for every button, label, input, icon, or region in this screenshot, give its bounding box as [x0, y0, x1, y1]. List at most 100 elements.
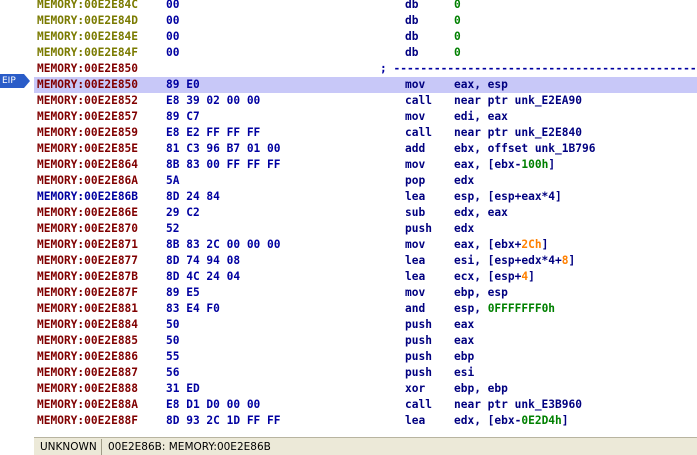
row-address[interactable]: MEMORY:00E2E88A [37, 397, 138, 413]
listing-row[interactable]: •MEMORY:00E2E87052pushedx [34, 221, 697, 237]
row-operand: edx [454, 174, 475, 187]
row-instruction[interactable]: mov eax, [ebx-100h] [405, 157, 555, 173]
row-mnemonic: push [405, 350, 432, 363]
row-instruction[interactable]: db 0 [405, 29, 461, 45]
listing-row[interactable]: •MEMORY:00E2E85E81 C3 96 B7 01 00addebx,… [34, 141, 697, 157]
row-address[interactable]: MEMORY:00E2E85E [37, 141, 138, 157]
row-address[interactable]: MEMORY:00E2E84D [37, 13, 138, 29]
listing-row[interactable]: •MEMORY:00E2E87B8D 4C 24 04leaecx, [esp+… [34, 269, 697, 285]
row-mnemonic: db [405, 46, 419, 59]
listing-row[interactable]: •MEMORY:00E2E88450pusheax [34, 317, 697, 333]
listing-row[interactable]: •MEMORY:00E2E8648B 83 00 FF FF FFmoveax,… [34, 157, 697, 173]
row-instruction[interactable]: mov ebp, esp [405, 285, 508, 301]
row-instruction[interactable]: call near ptr unk_E2E840 [405, 125, 582, 141]
row-bytes: E8 39 02 00 00 [166, 94, 261, 107]
row-address[interactable]: MEMORY:00E2E86E [37, 205, 138, 221]
row-instruction[interactable]: lea edx, [ebx-0E2D4h] [405, 413, 569, 429]
row-address[interactable]: MEMORY:00E2E870 [37, 221, 138, 237]
row-instruction[interactable]: lea ecx, [esp+4] [405, 269, 535, 285]
row-instruction[interactable]: pop edx [405, 173, 474, 189]
row-instruction[interactable]: push esi [405, 365, 474, 381]
row-address[interactable]: MEMORY:00E2E87B [37, 269, 138, 285]
row-mnemonic: push [405, 366, 432, 379]
listing-row[interactable]: •MEMORY:00E2E85789 C7movedi, eax [34, 109, 697, 125]
row-instruction[interactable]: push edx [405, 221, 474, 237]
listing-row[interactable]: •MEMORY:00E2E850; ----------------------… [34, 61, 697, 77]
listing-row[interactable]: •MEMORY:00E2E852E8 39 02 00 00callnear p… [34, 93, 697, 109]
row-address[interactable]: MEMORY:00E2E859 [37, 125, 138, 141]
listing-row[interactable]: •MEMORY:00E2E86E29 C2subedx, eax [34, 205, 697, 221]
row-instruction[interactable]: lea esi, [esp+edx*4+8] [405, 253, 575, 269]
row-bytes: 89 C7 [166, 110, 200, 123]
eip-marker: EIP [0, 74, 24, 88]
listing-row[interactable]: •MEMORY:00E2E88183 E4 F0andesp, 0FFFFFFF… [34, 301, 697, 317]
row-operand: eax [454, 334, 475, 347]
row-instruction[interactable]: push eax [405, 333, 474, 349]
row-address[interactable]: MEMORY:00E2E886 [37, 349, 138, 365]
row-instruction[interactable]: push ebp [405, 349, 474, 365]
listing-row[interactable]: •MEMORY:00E2E84C00db0 [34, 0, 697, 13]
listing-row[interactable]: •MEMORY:00E2E88550pusheax [34, 333, 697, 349]
row-instruction[interactable]: db 0 [405, 0, 461, 13]
listing-row[interactable]: •MEMORY:00E2E84E00db0 [34, 29, 697, 45]
row-instruction[interactable]: db 0 [405, 45, 461, 61]
row-address[interactable]: MEMORY:00E2E84E [37, 29, 138, 45]
row-address[interactable]: MEMORY:00E2E888 [37, 381, 138, 397]
listing-row[interactable]: •MEMORY:00E2E88F8D 93 2C 1D FF FFleaedx,… [34, 413, 697, 429]
row-instruction[interactable]: push eax [405, 317, 474, 333]
row-address[interactable]: MEMORY:00E2E877 [37, 253, 138, 269]
row-mnemonic: mov [405, 78, 426, 91]
row-mnemonic: sub [405, 206, 426, 219]
row-instruction[interactable]: sub edx, eax [405, 205, 508, 221]
listing-row[interactable]: •MEMORY:00E2E88655pushebp [34, 349, 697, 365]
row-address[interactable]: MEMORY:00E2E852 [37, 93, 138, 109]
row-mnemonic: lea [405, 190, 426, 203]
row-mnemonic: lea [405, 414, 426, 427]
row-address[interactable]: MEMORY:00E2E885 [37, 333, 138, 349]
listing-row-current[interactable]: •MEMORY:00E2E85089 E0moveax, esp [34, 77, 697, 93]
row-instruction[interactable]: lea esp, [esp+eax*4] [405, 189, 562, 205]
row-mnemonic: db [405, 30, 419, 43]
row-address[interactable]: MEMORY:00E2E881 [37, 301, 138, 317]
listing-row[interactable]: •MEMORY:00E2E84F00db0 [34, 45, 697, 61]
row-address[interactable]: MEMORY:00E2E871 [37, 237, 138, 253]
row-instruction[interactable]: and esp, 0FFFFFFF0h [405, 301, 555, 317]
listing-row[interactable]: •MEMORY:00E2E88756pushesi [34, 365, 697, 381]
listing-row[interactable]: •MEMORY:00E2E86B8D 24 84leaesp, [esp+eax… [34, 189, 697, 205]
row-bytes: 8B 83 00 FF FF FF [166, 158, 281, 171]
row-address[interactable]: MEMORY:00E2E884 [37, 317, 138, 333]
row-address[interactable]: MEMORY:00E2E887 [37, 365, 138, 381]
row-address[interactable]: MEMORY:00E2E84C [37, 0, 138, 13]
row-address[interactable]: MEMORY:00E2E850 [37, 77, 138, 93]
row-instruction[interactable]: mov eax, esp [405, 77, 508, 93]
row-address[interactable]: MEMORY:00E2E84F [37, 45, 138, 61]
listing-row[interactable]: •MEMORY:00E2E84D00db0 [34, 13, 697, 29]
row-address[interactable]: MEMORY:00E2E850 [37, 61, 138, 77]
row-address[interactable]: MEMORY:00E2E88F [37, 413, 138, 429]
row-instruction[interactable]: call near ptr unk_E3B960 [405, 397, 582, 413]
listing-row[interactable]: •MEMORY:00E2E88831 EDxorebp, ebp [34, 381, 697, 397]
row-instruction[interactable]: call near ptr unk_E2EA90 [405, 93, 582, 109]
listing-row[interactable]: •MEMORY:00E2E88AE8 D1 D0 00 00callnear p… [34, 397, 697, 413]
listing-row[interactable]: •MEMORY:00E2E8778D 74 94 08leaesi, [esp+… [34, 253, 697, 269]
listing-row[interactable]: •MEMORY:00E2E86A5Apopedx [34, 173, 697, 189]
disassembly-listing[interactable]: •MEMORY:00E2E84C00db0•MEMORY:00E2E84D00d… [34, 0, 697, 437]
row-address[interactable]: MEMORY:00E2E86B [37, 189, 138, 205]
listing-row[interactable]: •MEMORY:00E2E87F89 E5movebp, esp [34, 285, 697, 301]
status-location: 00E2E86B: MEMORY:00E2E86B [108, 441, 271, 453]
row-instruction[interactable]: add ebx, offset unk_1B796 [405, 141, 595, 157]
row-address[interactable]: MEMORY:00E2E87F [37, 285, 138, 301]
row-address[interactable]: MEMORY:00E2E857 [37, 109, 138, 125]
row-instruction[interactable]: xor ebp, ebp [405, 381, 508, 397]
listing-row[interactable]: •MEMORY:00E2E8718B 83 2C 00 00 00moveax,… [34, 237, 697, 253]
row-instruction[interactable]: mov eax, [ebx+2Ch] [405, 237, 548, 253]
row-instruction[interactable]: db 0 [405, 13, 461, 29]
row-operand: 0 [454, 0, 461, 11]
row-address[interactable]: MEMORY:00E2E86A [37, 173, 138, 189]
row-mnemonic: and [405, 302, 426, 315]
row-operand: edx, [ebx- [454, 414, 522, 427]
row-mnemonic: call [405, 94, 432, 107]
listing-row[interactable]: •MEMORY:00E2E859E8 E2 FF FF FFcallnear p… [34, 125, 697, 141]
row-instruction[interactable]: mov edi, eax [405, 109, 508, 125]
row-address[interactable]: MEMORY:00E2E864 [37, 157, 138, 173]
